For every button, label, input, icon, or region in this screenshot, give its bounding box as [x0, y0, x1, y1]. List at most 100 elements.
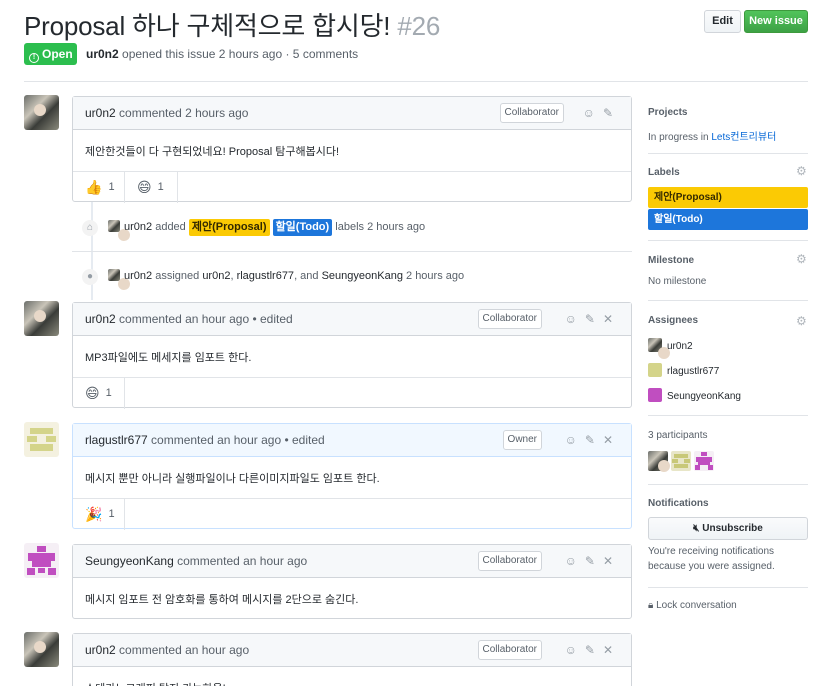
milestone-value: No milestone	[648, 276, 707, 287]
label-proposal[interactable]: 제안(Proposal)	[188, 219, 270, 236]
mute-icon: 🔇︎	[693, 523, 700, 534]
issue-meta: ur0n2 opened this issue 2 hours ago · 5 …	[86, 47, 358, 61]
comment-timestamp[interactable]: commented an hour ago	[119, 643, 249, 657]
assignee-item[interactable]: SeungyeonKang	[648, 388, 741, 404]
add-reaction-icon[interactable]: ☺	[565, 643, 585, 657]
add-reaction-icon[interactable]: ☺	[583, 106, 603, 120]
identicon	[672, 454, 690, 468]
close-icon[interactable]: ✕	[603, 312, 621, 326]
add-reaction-icon[interactable]: ☺	[565, 312, 585, 326]
comment-actions: ☺✎✕	[565, 634, 621, 666]
assignee-item[interactable]: ur0n2	[648, 338, 693, 354]
event-divider	[72, 251, 632, 252]
edit-pencil-icon[interactable]: ✎	[603, 106, 621, 120]
avatar[interactable]	[24, 301, 59, 336]
role-badge: Collaborator	[477, 309, 542, 329]
sidebar-divider	[648, 415, 808, 416]
edit-pencil-icon[interactable]: ✎	[585, 312, 603, 326]
close-icon[interactable]: ✕	[603, 643, 621, 657]
sidebar-label-proposal[interactable]: 제안(Proposal)	[648, 187, 808, 208]
role-badge: Collaborator	[477, 640, 542, 660]
unsubscribe-button[interactable]: 🔇︎ Unsubscribe	[648, 517, 808, 540]
assignee-name: SeungyeonKang	[667, 391, 741, 402]
issue-author-link[interactable]: ur0n2	[86, 47, 119, 61]
reaction-button[interactable]: 👍 1	[73, 172, 125, 203]
event-actor[interactable]: ur0n2	[124, 221, 152, 233]
event-conj: , and	[294, 270, 319, 282]
milestone-heading: Milestone	[648, 255, 695, 266]
issue-title: Proposal 하나 구체적으로 합시당! #26	[24, 6, 440, 43]
comment-header: ur0n2 commented 2 hours ago Collaborator…	[73, 97, 631, 130]
assignees-heading: Assignees	[648, 315, 699, 326]
participant-avatar[interactable]	[671, 451, 691, 471]
milestone-gear-icon[interactable]: ⚙	[796, 252, 807, 266]
add-reaction-icon[interactable]: ☺	[565, 554, 585, 568]
assignee-item[interactable]: rlagustlr677	[648, 363, 719, 379]
reaction-button[interactable]: 😄 1	[125, 172, 178, 203]
identicon	[27, 428, 56, 451]
project-link[interactable]: Lets컨트리뷰터	[711, 132, 776, 143]
status-badge: ! Open	[24, 43, 77, 65]
labels-heading: Labels	[648, 167, 680, 178]
comment-author[interactable]: ur0n2	[85, 312, 116, 326]
reaction-count: 1	[108, 508, 115, 520]
comment: ur0n2 commented an hour ago Collaborator…	[72, 633, 632, 686]
comment-body: 스테가노그래피 탐지 가능하옵!	[73, 667, 631, 686]
comment-header: ur0n2 commented an hour ago • edited Col…	[73, 303, 631, 336]
participant-avatar[interactable]	[648, 451, 668, 471]
comment-body: MP3파일에도 메세지를 임포트 한다.	[85, 352, 252, 364]
comment-timestamp[interactable]: commented an hour ago • edited	[151, 433, 325, 447]
issue-open-icon: !	[29, 53, 39, 63]
sidebar-divider	[648, 153, 808, 154]
comment-timestamp[interactable]: commented an hour ago	[177, 554, 307, 568]
avatar[interactable]	[108, 220, 120, 232]
avatar	[648, 363, 662, 377]
new-issue-button[interactable]: New issue	[744, 10, 808, 33]
assignee-name: rlagustlr677	[667, 366, 720, 377]
notification-note-2: because you were assigned.	[648, 561, 775, 572]
assignee-link[interactable]: ur0n2	[202, 270, 230, 282]
comment-body: 제안한것들이 다 구현되었네요! Proposal 탐구해봅시다!	[85, 146, 340, 158]
role-badge: Collaborator	[477, 551, 542, 571]
participant-avatar[interactable]	[694, 451, 714, 471]
comment-timestamp[interactable]: commented an hour ago • edited	[119, 312, 293, 326]
comment-author[interactable]: SeungyeonKang	[85, 554, 174, 568]
comment-author[interactable]: rlagustlr677	[85, 433, 148, 447]
event-actor[interactable]: ur0n2	[124, 270, 152, 282]
lock-conversation-link[interactable]: 🔒︎ Lock conversation	[648, 600, 737, 611]
close-icon[interactable]: ✕	[603, 433, 621, 447]
edit-pencil-icon[interactable]: ✎	[585, 433, 603, 447]
add-reaction-icon[interactable]: ☺	[565, 433, 585, 447]
assignee-link[interactable]: SeungyeonKang	[322, 270, 403, 282]
avatar[interactable]	[24, 632, 59, 667]
comment-header: ur0n2 commented an hour ago Collaborator…	[73, 634, 631, 667]
comment-author[interactable]: ur0n2	[85, 643, 116, 657]
issue-title-text: Proposal 하나 구체적으로 합시당!	[24, 11, 391, 41]
avatar[interactable]	[24, 95, 59, 130]
close-icon[interactable]: ✕	[603, 554, 621, 568]
assignees-gear-icon[interactable]: ⚙	[796, 314, 807, 328]
event-verb: added	[155, 221, 186, 233]
event-time: labels 2 hours ago	[335, 221, 426, 233]
edit-button[interactable]: Edit	[704, 10, 741, 33]
avatar[interactable]	[24, 543, 59, 578]
comment-author[interactable]: ur0n2	[85, 106, 116, 120]
status-label: Open	[42, 47, 73, 61]
issue-meta-text: opened this issue 2 hours ago · 5 commen…	[122, 47, 359, 61]
comment: rlagustlr677 commented an hour ago • edi…	[72, 423, 632, 530]
edit-pencil-icon[interactable]: ✎	[585, 554, 603, 568]
sidebar-label-todo[interactable]: 할일(Todo)	[648, 209, 808, 230]
assignee-link[interactable]: rlagustlr677	[237, 270, 294, 282]
timeline-event-labels: ⌂ ur0n2 added 제안(Proposal) 할일(Todo) label…	[82, 218, 425, 236]
avatar	[648, 388, 662, 402]
comment-header: rlagustlr677 commented an hour ago • edi…	[73, 424, 631, 457]
avatar[interactable]	[108, 269, 120, 281]
comment-timestamp[interactable]: commented 2 hours ago	[119, 106, 248, 120]
reaction-button[interactable]: 😄 1	[73, 378, 125, 409]
label-todo[interactable]: 할일(Todo)	[272, 219, 333, 236]
reactions-bar: 🎉 1	[73, 498, 631, 530]
labels-gear-icon[interactable]: ⚙	[796, 164, 807, 178]
edit-pencil-icon[interactable]: ✎	[585, 643, 603, 657]
reaction-button[interactable]: 🎉 1	[73, 499, 125, 530]
avatar[interactable]	[24, 422, 59, 457]
